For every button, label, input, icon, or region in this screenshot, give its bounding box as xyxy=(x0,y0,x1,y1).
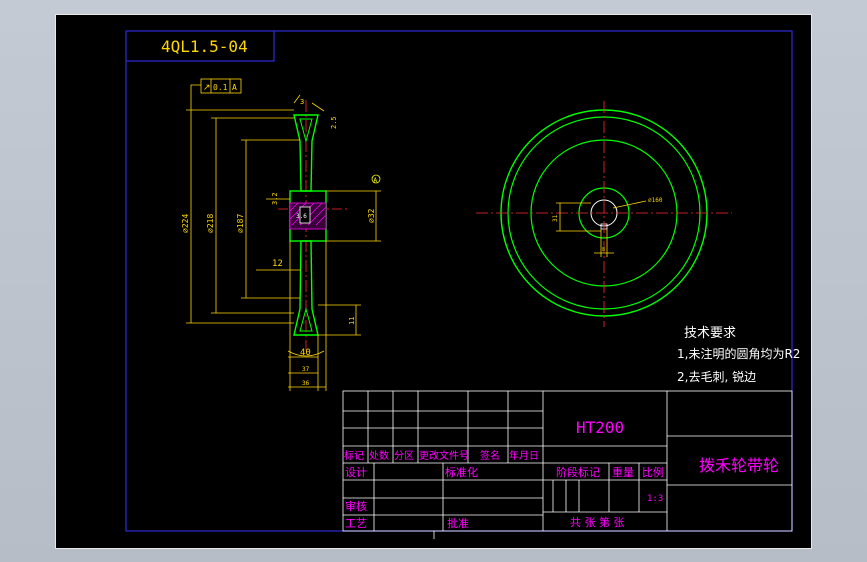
label-process: 工艺 xyxy=(345,517,367,530)
notes-line-1: 1,未注明的圆角均为R2 xyxy=(677,346,800,361)
dim-d187: ⌀187 xyxy=(236,214,245,233)
datum-letter: A xyxy=(374,177,378,184)
dim-groove: 11 xyxy=(348,317,356,325)
header-zone: 分区 xyxy=(394,450,414,462)
label-design: 设计 xyxy=(345,466,367,479)
dim-d32: ⌀32 xyxy=(367,208,376,223)
header-count: 处数 xyxy=(369,449,389,462)
part-name: 拨禾轮带轮 xyxy=(699,456,779,475)
tolerance-value: 0.1 xyxy=(213,83,228,92)
label-approve: 批准 xyxy=(447,516,469,530)
dim-width-36: 36 xyxy=(302,380,310,387)
technical-notes: 技术要求 1,未注明的圆角均为R2 2,去毛刺, 锐边 xyxy=(677,326,800,384)
label-scale: 比例 xyxy=(642,465,664,479)
dim-width-40: 40 xyxy=(300,348,311,358)
label-weight: 重量 xyxy=(612,465,634,479)
label-stage: 阶段标记 xyxy=(556,465,600,479)
drawing-code: 4QL1.5-04 xyxy=(161,37,248,56)
sheets-label: 共 张 第 张 xyxy=(570,515,625,529)
front-dimensions xyxy=(556,200,647,257)
dim-angle: 3 xyxy=(300,98,304,106)
header-date: 年月日 xyxy=(509,449,539,462)
tolerance-symbol: ↗ xyxy=(203,83,211,93)
dim-width-37: 37 xyxy=(302,366,310,373)
dim-bore-radius: 3.2 xyxy=(271,192,279,205)
scale-value: 1:3 xyxy=(647,494,663,504)
section-view: ↗ 0.1 A A ⌀224 ⌀218 ⌀187 ⌀32 3.2 3.6 3 2… xyxy=(181,78,381,391)
dim-front-width: 8 xyxy=(602,247,605,253)
dim-front-height: 31 xyxy=(552,214,559,222)
tolerance-datum: A xyxy=(232,83,237,92)
dim-hub-length: 12 xyxy=(272,259,283,269)
dim-bore: 3.6 xyxy=(296,213,307,220)
material: HT200 xyxy=(576,418,624,437)
section-dimensions xyxy=(186,84,381,391)
dim-front-diameter: ⌀160 xyxy=(648,197,663,204)
dim-d218: ⌀218 xyxy=(206,214,215,233)
dim-chamfer: 2.5 xyxy=(330,116,338,129)
dim-d224: ⌀224 xyxy=(181,214,190,233)
notes-heading: 技术要求 xyxy=(684,326,736,341)
header-mark: 标记 xyxy=(344,450,364,462)
title-block: HT200 拨禾轮带轮 标记 处数 分区 更改文件号 签名 年月日 设计 标准化… xyxy=(342,390,793,532)
label-standard: 标准化 xyxy=(445,465,478,479)
front-view: ⌀160 31 8 xyxy=(476,101,732,327)
notes-line-2: 2,去毛刺, 锐边 xyxy=(677,370,756,384)
drawing-canvas: 4QL1.5-04 ↗ 0.1 A A ⌀224 ⌀218 ⌀187 ⌀32 3… xyxy=(125,30,800,539)
header-sign: 签名 xyxy=(480,449,500,462)
cad-drawing-viewport[interactable]: 4QL1.5-04 ↗ 0.1 A A ⌀224 ⌀218 ⌀187 ⌀32 3… xyxy=(55,14,812,549)
header-doc: 更改文件号 xyxy=(419,449,469,462)
label-check: 审核 xyxy=(345,499,367,513)
